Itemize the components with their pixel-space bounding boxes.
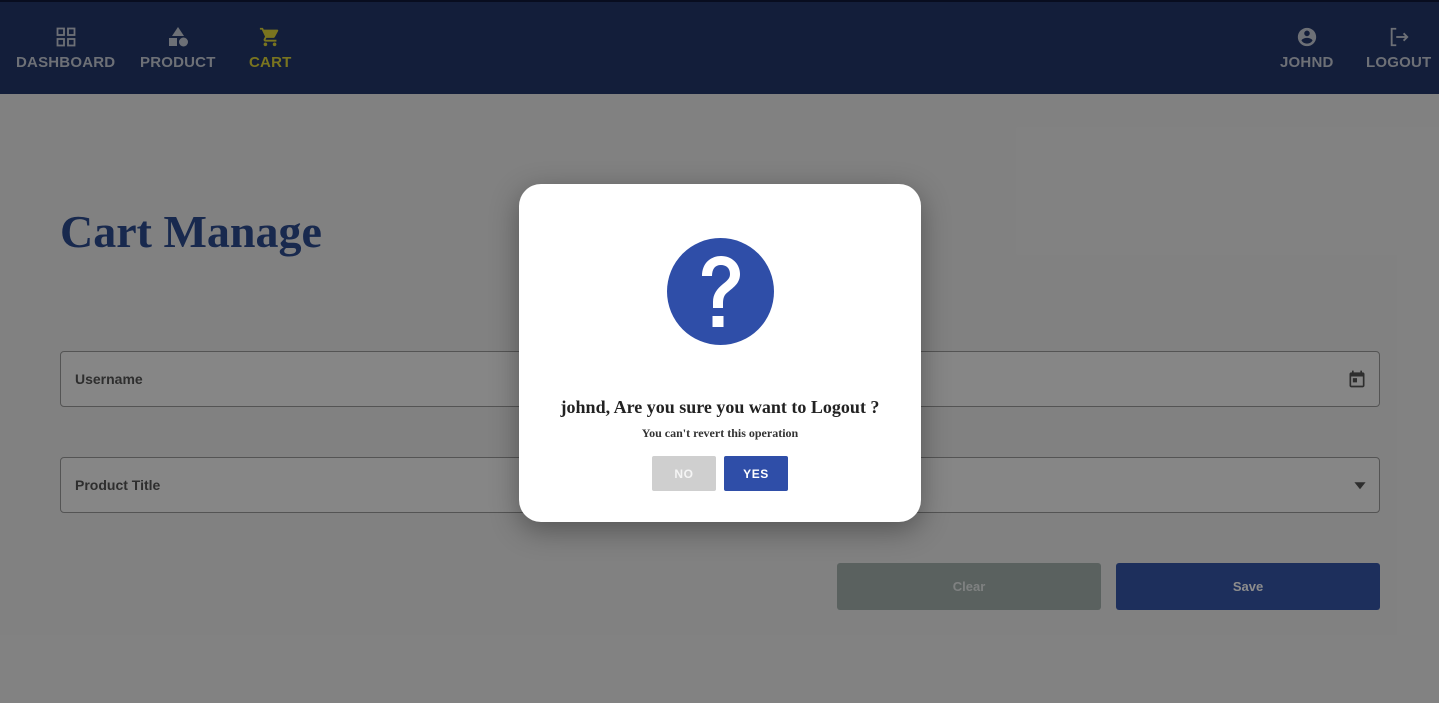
no-button[interactable]: NO [652,456,716,491]
question-icon [666,238,774,345]
yes-button[interactable]: YES [724,456,788,491]
dialog-subtitle: You can't revert this operation [641,426,799,440]
dialog-actions: NO YES [652,456,788,491]
logout-confirm-dialog: johnd, Are you sure you want to Logout ?… [519,184,921,522]
dialog-title: johnd, Are you sure you want to Logout ? [560,397,880,417]
